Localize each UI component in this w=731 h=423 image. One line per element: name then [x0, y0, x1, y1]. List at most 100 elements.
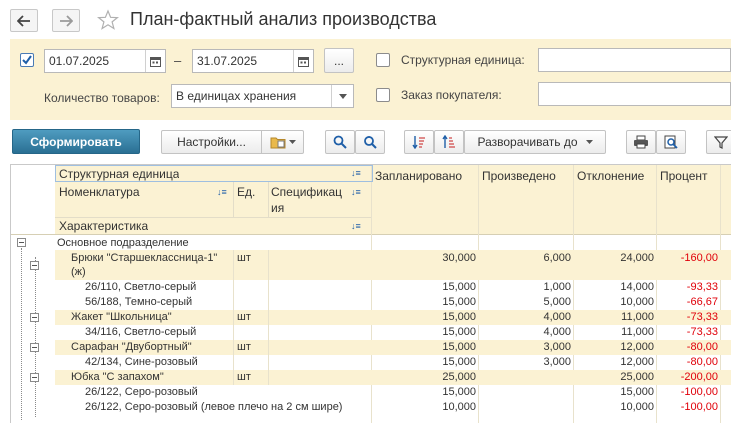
- calendar-button[interactable]: [145, 50, 165, 72]
- org-unit-field[interactable]: [538, 48, 731, 72]
- group-row-label: Основное подразделение: [57, 237, 189, 249]
- header-spec-line1: Спецификац: [271, 185, 343, 199]
- search-button[interactable]: [325, 130, 355, 154]
- calendar-icon: [150, 56, 161, 67]
- org-unit-checkbox[interactable]: [376, 53, 390, 67]
- report-variant-button[interactable]: [261, 131, 303, 153]
- sort-icon: ↓≡: [351, 187, 361, 197]
- row-planned: 15,000: [442, 341, 476, 353]
- row-planned: 10,000: [442, 401, 476, 413]
- row-deviation: 24,000: [620, 252, 654, 264]
- header-produced: Произведено: [482, 169, 556, 183]
- row-planned: 15,000: [442, 386, 476, 398]
- favorite-star-button[interactable]: [96, 9, 121, 31]
- date-from-field[interactable]: 01.07.2025: [44, 49, 166, 73]
- header-characteristic: Характеристика: [59, 219, 149, 233]
- customer-order-field[interactable]: [538, 82, 731, 106]
- row-unit: шт: [237, 341, 251, 353]
- header-percent: Процент: [660, 169, 708, 183]
- chevron-down-icon: [338, 93, 347, 99]
- row-produced: 4,000: [543, 326, 571, 338]
- forward-button[interactable]: [52, 9, 80, 32]
- row-name: 26/122, Серо-розовый: [85, 386, 198, 398]
- filter-button[interactable]: [706, 130, 731, 154]
- expand-to-button[interactable]: Разворачивать до: [464, 130, 606, 154]
- row-planned: 15,000: [442, 296, 476, 308]
- collapse-item-toggle[interactable]: [30, 343, 39, 352]
- generate-button[interactable]: Сформировать: [12, 129, 140, 154]
- row-deviation: 25,000: [620, 371, 654, 383]
- dropdown-button[interactable]: [331, 85, 353, 107]
- chevron-down-icon: [585, 140, 593, 144]
- period-checkbox[interactable]: [20, 53, 34, 67]
- date-to-field[interactable]: 31.07.2025: [192, 49, 314, 73]
- row-percent: -100,00: [680, 401, 718, 413]
- row-name: 42/134, Сине-розовый: [85, 356, 198, 368]
- row-percent: -100,00: [680, 386, 718, 398]
- sort-ascending-icon: [442, 135, 455, 148]
- collapse-group-toggle[interactable]: [17, 238, 26, 247]
- sort-icon: ↓≡: [351, 221, 361, 231]
- variant-folder-icon: [270, 137, 285, 149]
- calendar-icon: [298, 56, 309, 67]
- select-period-button[interactable]: ...: [324, 48, 354, 73]
- quantity-label: Количество товаров:: [44, 91, 160, 105]
- row-name: Сарафан "Двубортный": [71, 341, 192, 353]
- settings-button-group: Настройки...: [161, 130, 304, 154]
- row-percent: -73,33: [686, 311, 718, 323]
- search-refresh-icon: [364, 136, 377, 149]
- collapse-item-toggle[interactable]: [30, 261, 39, 270]
- sort-asc-button[interactable]: [434, 130, 464, 154]
- checkmark-icon: [22, 55, 32, 65]
- row-percent: -200,00: [680, 371, 718, 383]
- row-unit: шт: [237, 371, 251, 383]
- row-name: 34/116, Светло-серый: [85, 326, 197, 338]
- row-deviation: 14,000: [620, 281, 654, 293]
- row-deviation: 15,000: [620, 386, 654, 398]
- date-from-value: 01.07.2025: [49, 54, 110, 68]
- row-planned: 15,000: [442, 326, 476, 338]
- row-planned: 30,000: [442, 252, 476, 264]
- row-percent: -73,33: [686, 326, 718, 338]
- row-produced: 4,000: [543, 311, 571, 323]
- row-unit: шт: [237, 311, 251, 323]
- expand-to-label: Разворачивать до: [477, 135, 578, 149]
- find-next-button[interactable]: [355, 130, 385, 154]
- print-button[interactable]: [626, 130, 656, 154]
- print-preview-icon: [664, 135, 678, 149]
- row-planned: 15,000: [442, 356, 476, 368]
- customer-order-checkbox[interactable]: [376, 88, 390, 102]
- header-spec-line2: ия: [271, 201, 285, 215]
- header-planned: Запланировано: [375, 169, 462, 183]
- row-deviation: 11,000: [621, 311, 654, 323]
- row-deviation: 11,000: [621, 326, 654, 338]
- date-to-value: 31.07.2025: [197, 54, 258, 68]
- sort-descending-icon: [412, 136, 425, 149]
- row-produced: 3,000: [543, 341, 571, 353]
- report-grid[interactable]: Структурная единица ↓≡ Номенклатура ↓≡ Е…: [10, 164, 731, 423]
- collapse-item-toggle[interactable]: [30, 373, 39, 382]
- settings-button[interactable]: Настройки...: [162, 135, 261, 149]
- calendar-button[interactable]: [293, 50, 313, 72]
- row-produced: 3,000: [543, 356, 571, 368]
- row-name: Жакет "Школьница": [71, 311, 172, 323]
- date-range-dash: –: [174, 53, 182, 68]
- row-deviation: 10,000: [620, 401, 654, 413]
- quantity-select[interactable]: В единицах хранения: [171, 84, 354, 108]
- row-percent: -93,33: [686, 281, 718, 293]
- row-planned: 15,000: [442, 281, 476, 293]
- row-name-continued: (ж): [71, 266, 86, 278]
- print-preview-button[interactable]: [656, 130, 686, 154]
- back-button[interactable]: [10, 9, 38, 32]
- quantity-select-value: В единицах хранения: [176, 89, 297, 103]
- row-percent: -80,00: [686, 341, 718, 353]
- sort-desc-button[interactable]: [404, 130, 434, 154]
- row-percent: -80,00: [686, 356, 718, 368]
- collapse-item-toggle[interactable]: [30, 313, 39, 322]
- chevron-down-icon: [288, 140, 296, 144]
- header-deviation: Отклонение: [577, 169, 645, 183]
- row-name: Юбка "С запахом": [71, 371, 164, 383]
- row-planned: 15,000: [442, 311, 476, 323]
- row-percent: -160,00: [680, 252, 718, 264]
- row-name: 56/188, Темно-серый: [85, 296, 193, 308]
